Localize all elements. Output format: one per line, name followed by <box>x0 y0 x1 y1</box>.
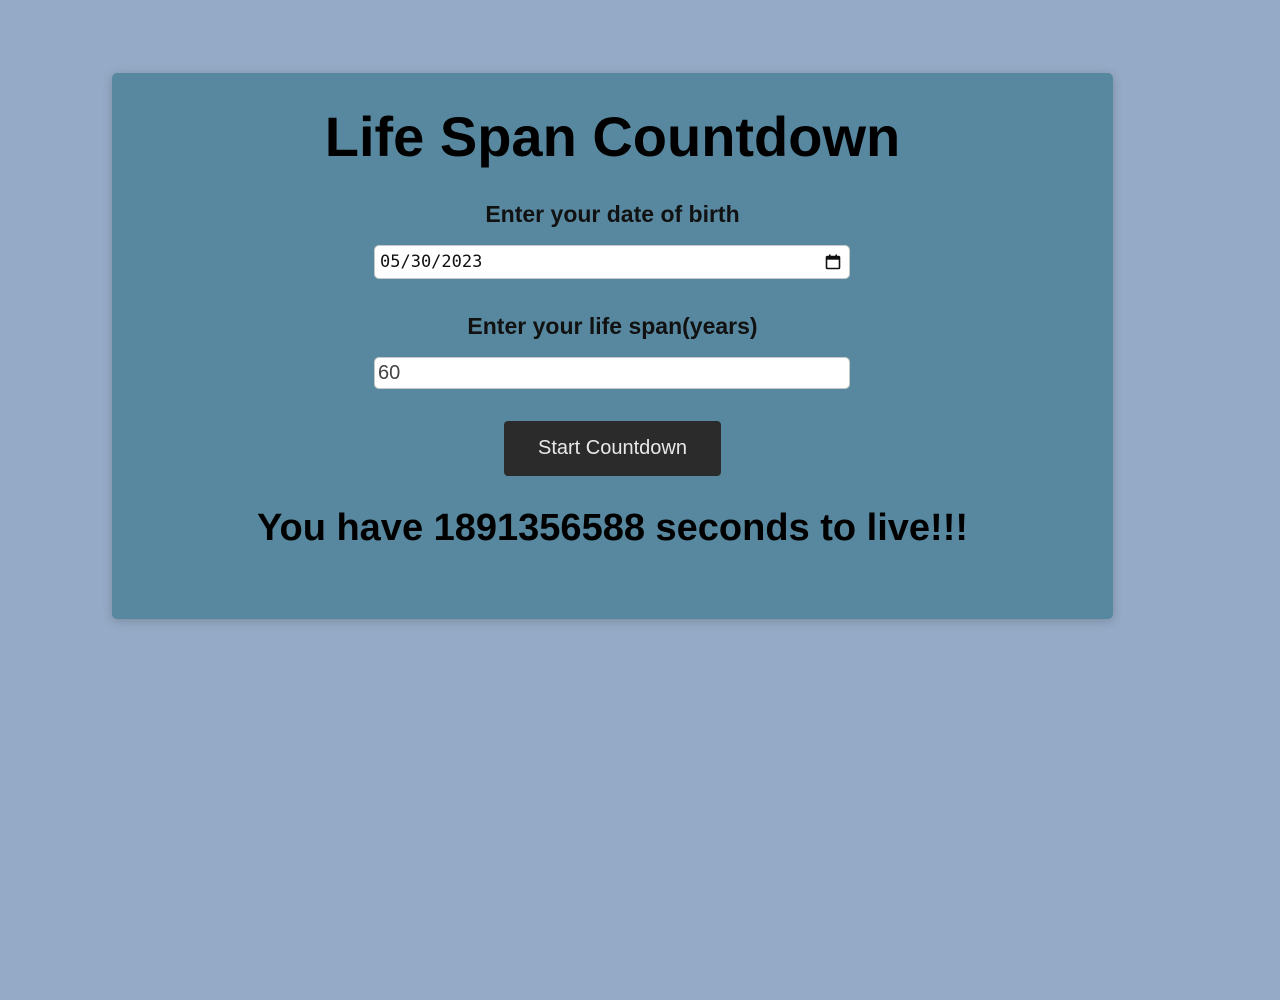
page-title: Life Span Countdown <box>324 105 901 168</box>
dob-date-value: 05/30/2023 <box>380 252 483 272</box>
countdown-card: Life Span Countdown Enter your date of b… <box>112 73 1113 619</box>
calendar-icon[interactable] <box>825 254 841 270</box>
dob-date-input[interactable]: 05/30/2023 <box>374 245 850 279</box>
lifespan-input[interactable]: 60 <box>374 357 850 389</box>
start-countdown-button[interactable]: Start Countdown <box>504 421 721 476</box>
lifespan-label: Enter your life span(years) <box>467 313 758 339</box>
countdown-result: You have 1891356588 seconds to live!!! <box>256 507 969 549</box>
dob-label: Enter your date of birth <box>485 201 740 227</box>
lifespan-value: 60 <box>378 362 401 384</box>
